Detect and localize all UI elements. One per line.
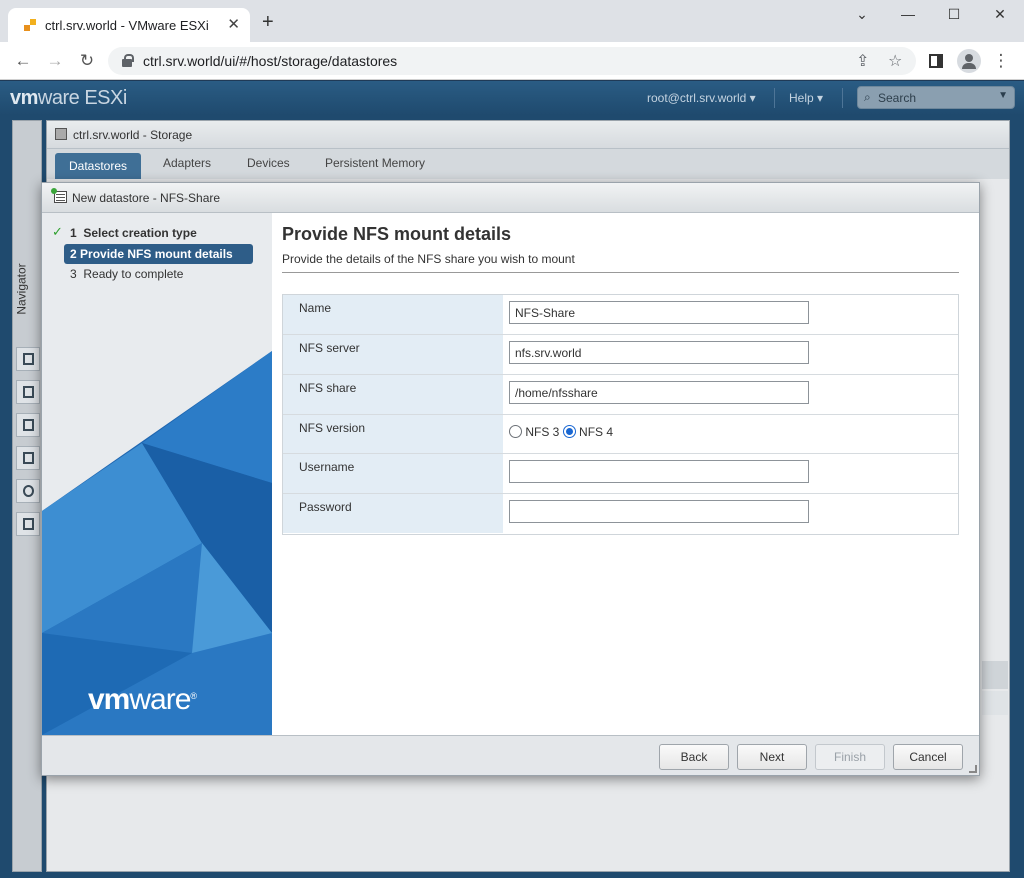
tab-persistent-memory[interactable]: Persistent Memory — [325, 156, 425, 170]
tab-datastores[interactable]: Datastores — [55, 153, 142, 179]
wizard-step-2[interactable]: 2 Provide NFS mount details — [64, 244, 253, 264]
nfs-version-label: NFS version — [283, 415, 503, 453]
browser-tab-strip: ctrl.srv.world - VMware ESXi ✕ + ⌄ — ☐ ✕ — [0, 0, 1024, 42]
browser-tab-title: ctrl.srv.world - VMware ESXi — [45, 18, 209, 33]
tab-devices[interactable]: Devices — [247, 156, 290, 170]
form-row-name: Name — [283, 295, 958, 335]
close-window-icon[interactable]: ✕ — [980, 6, 1020, 26]
finish-button[interactable]: Finish — [815, 744, 885, 770]
vmware-logo: vmware® — [88, 683, 197, 716]
panel-background-fragment — [982, 691, 1008, 715]
nfs4-radio-label[interactable]: NFS 4 — [579, 425, 613, 439]
dialog-footer: Back Next Finish Cancel — [42, 735, 979, 775]
password-label: Password — [283, 494, 503, 533]
wizard-step-1[interactable]: ✓ 1 Select creation type — [42, 223, 272, 244]
panel-title-bar: ctrl.srv.world - Storage — [47, 121, 1009, 149]
search-icon: ⌕ — [864, 90, 871, 104]
close-tab-icon[interactable]: ✕ — [227, 15, 240, 33]
page-subtitle: Provide the details of the NFS share you… — [282, 252, 575, 266]
divider — [282, 272, 959, 273]
maximize-icon[interactable]: ☐ — [934, 6, 974, 26]
wizard-steps: ✓ 1 Select creation type 2 Provide NFS m… — [42, 223, 272, 285]
new-datastore-icon — [51, 188, 67, 203]
more-menu-icon[interactable]: ⋮ — [990, 50, 1012, 72]
form-row-password: Password — [283, 494, 958, 534]
name-label: Name — [283, 295, 503, 334]
form-row-nfs-server: NFS server — [283, 335, 958, 375]
user-menu[interactable]: root@ctrl.srv.world ▾ — [647, 91, 756, 105]
side-panel-icon[interactable] — [929, 54, 943, 68]
wizard-sidebar: ✓ 1 Select creation type 2 Provide NFS m… — [42, 213, 272, 735]
form-row-nfs-version: NFS version NFS 3 NFS 4 — [283, 415, 958, 454]
nfs4-radio[interactable] — [562, 425, 576, 438]
form-row-nfs-share: NFS share — [283, 375, 958, 415]
nfs-server-input[interactable] — [509, 341, 809, 364]
monitor-icon[interactable] — [16, 479, 40, 503]
nfs3-radio[interactable] — [509, 425, 522, 438]
password-input[interactable] — [509, 500, 809, 523]
form-row-username: Username — [283, 454, 958, 494]
nfs-mount-form: Name NFS server NFS share NFS version NF… — [282, 294, 959, 535]
navigator-toggle[interactable]: Navigator — [14, 262, 40, 322]
checkmark-icon: ✓ — [52, 224, 63, 239]
username-label: Username — [283, 454, 503, 493]
nfs3-radio-label[interactable]: NFS 3 — [525, 425, 559, 439]
esxi-header: vmware ESXi root@ctrl.srv.world ▾ Help ▾… — [0, 81, 1024, 115]
header-divider — [774, 88, 775, 108]
dialog-title-bar: New datastore - NFS-Share — [42, 183, 979, 213]
storage-icon[interactable] — [16, 413, 40, 437]
address-bar[interactable]: ctrl.srv.world/ui/#/host/storage/datasto… — [108, 47, 916, 75]
tab-adapters[interactable]: Adapters — [163, 156, 211, 170]
vmware-esxi-logo: vmware ESXi — [10, 87, 127, 109]
back-arrow-icon[interactable]: ← — [12, 50, 34, 72]
networking-icon[interactable] — [16, 446, 40, 470]
profile-avatar[interactable] — [957, 49, 981, 73]
forward-arrow-icon[interactable]: → — [44, 50, 66, 72]
datastore-icon[interactable] — [16, 512, 40, 536]
panel-background-fragment — [982, 661, 1008, 689]
username-input[interactable] — [509, 460, 809, 483]
chevron-down-icon[interactable]: ⌄ — [842, 6, 882, 26]
dialog-title: New datastore - NFS-Share — [72, 191, 221, 205]
wizard-decoration — [42, 351, 272, 735]
panel-title: ctrl.srv.world - Storage — [73, 128, 193, 142]
wizard-step-3[interactable]: 3 Ready to complete — [42, 264, 272, 285]
storage-icon — [55, 128, 67, 140]
lock-icon[interactable] — [122, 54, 134, 67]
share-icon[interactable]: ⇪ — [856, 51, 869, 71]
page-title: Provide NFS mount details — [282, 224, 512, 244]
back-button[interactable]: Back — [659, 744, 729, 770]
nfs-share-label: NFS share — [283, 375, 503, 414]
host-icon[interactable] — [16, 347, 40, 371]
header-divider — [842, 88, 843, 108]
next-button[interactable]: Next — [737, 744, 807, 770]
search-placeholder: Search — [878, 91, 917, 105]
resize-handle-icon[interactable] — [969, 765, 977, 773]
reload-icon[interactable]: ↻ — [76, 50, 98, 72]
nfs-server-label: NFS server — [283, 335, 503, 374]
chevron-down-icon[interactable]: ▼ — [998, 90, 1008, 101]
new-tab-icon[interactable]: + — [262, 12, 274, 32]
help-menu[interactable]: Help ▾ — [789, 91, 823, 105]
cancel-button[interactable]: Cancel — [893, 744, 963, 770]
minimize-icon[interactable]: — — [888, 6, 928, 26]
nfs-version-options: NFS 3 NFS 4 — [509, 425, 613, 439]
new-datastore-dialog: New datastore - NFS-Share ✓ 1 Select cre… — [41, 182, 980, 776]
storage-tabs: Datastores Adapters Devices Persistent M… — [47, 149, 1009, 179]
name-input[interactable] — [509, 301, 809, 324]
virtual-machines-icon[interactable] — [16, 380, 40, 404]
vmware-favicon-icon — [24, 19, 36, 31]
navigator-label: Navigator — [14, 263, 29, 315]
browser-toolbar: ← → ↻ ctrl.srv.world/ui/#/host/storage/d… — [0, 42, 1024, 80]
nfs-share-input[interactable] — [509, 381, 809, 404]
wizard-content: Provide NFS mount details Provide the de… — [282, 213, 962, 735]
bookmark-star-icon[interactable]: ☆ — [888, 51, 902, 71]
url-text: ctrl.srv.world/ui/#/host/storage/datasto… — [143, 53, 398, 69]
search-box[interactable]: ⌕ Search ▼ — [857, 86, 1015, 109]
browser-tab[interactable]: ctrl.srv.world - VMware ESXi ✕ — [8, 8, 250, 42]
